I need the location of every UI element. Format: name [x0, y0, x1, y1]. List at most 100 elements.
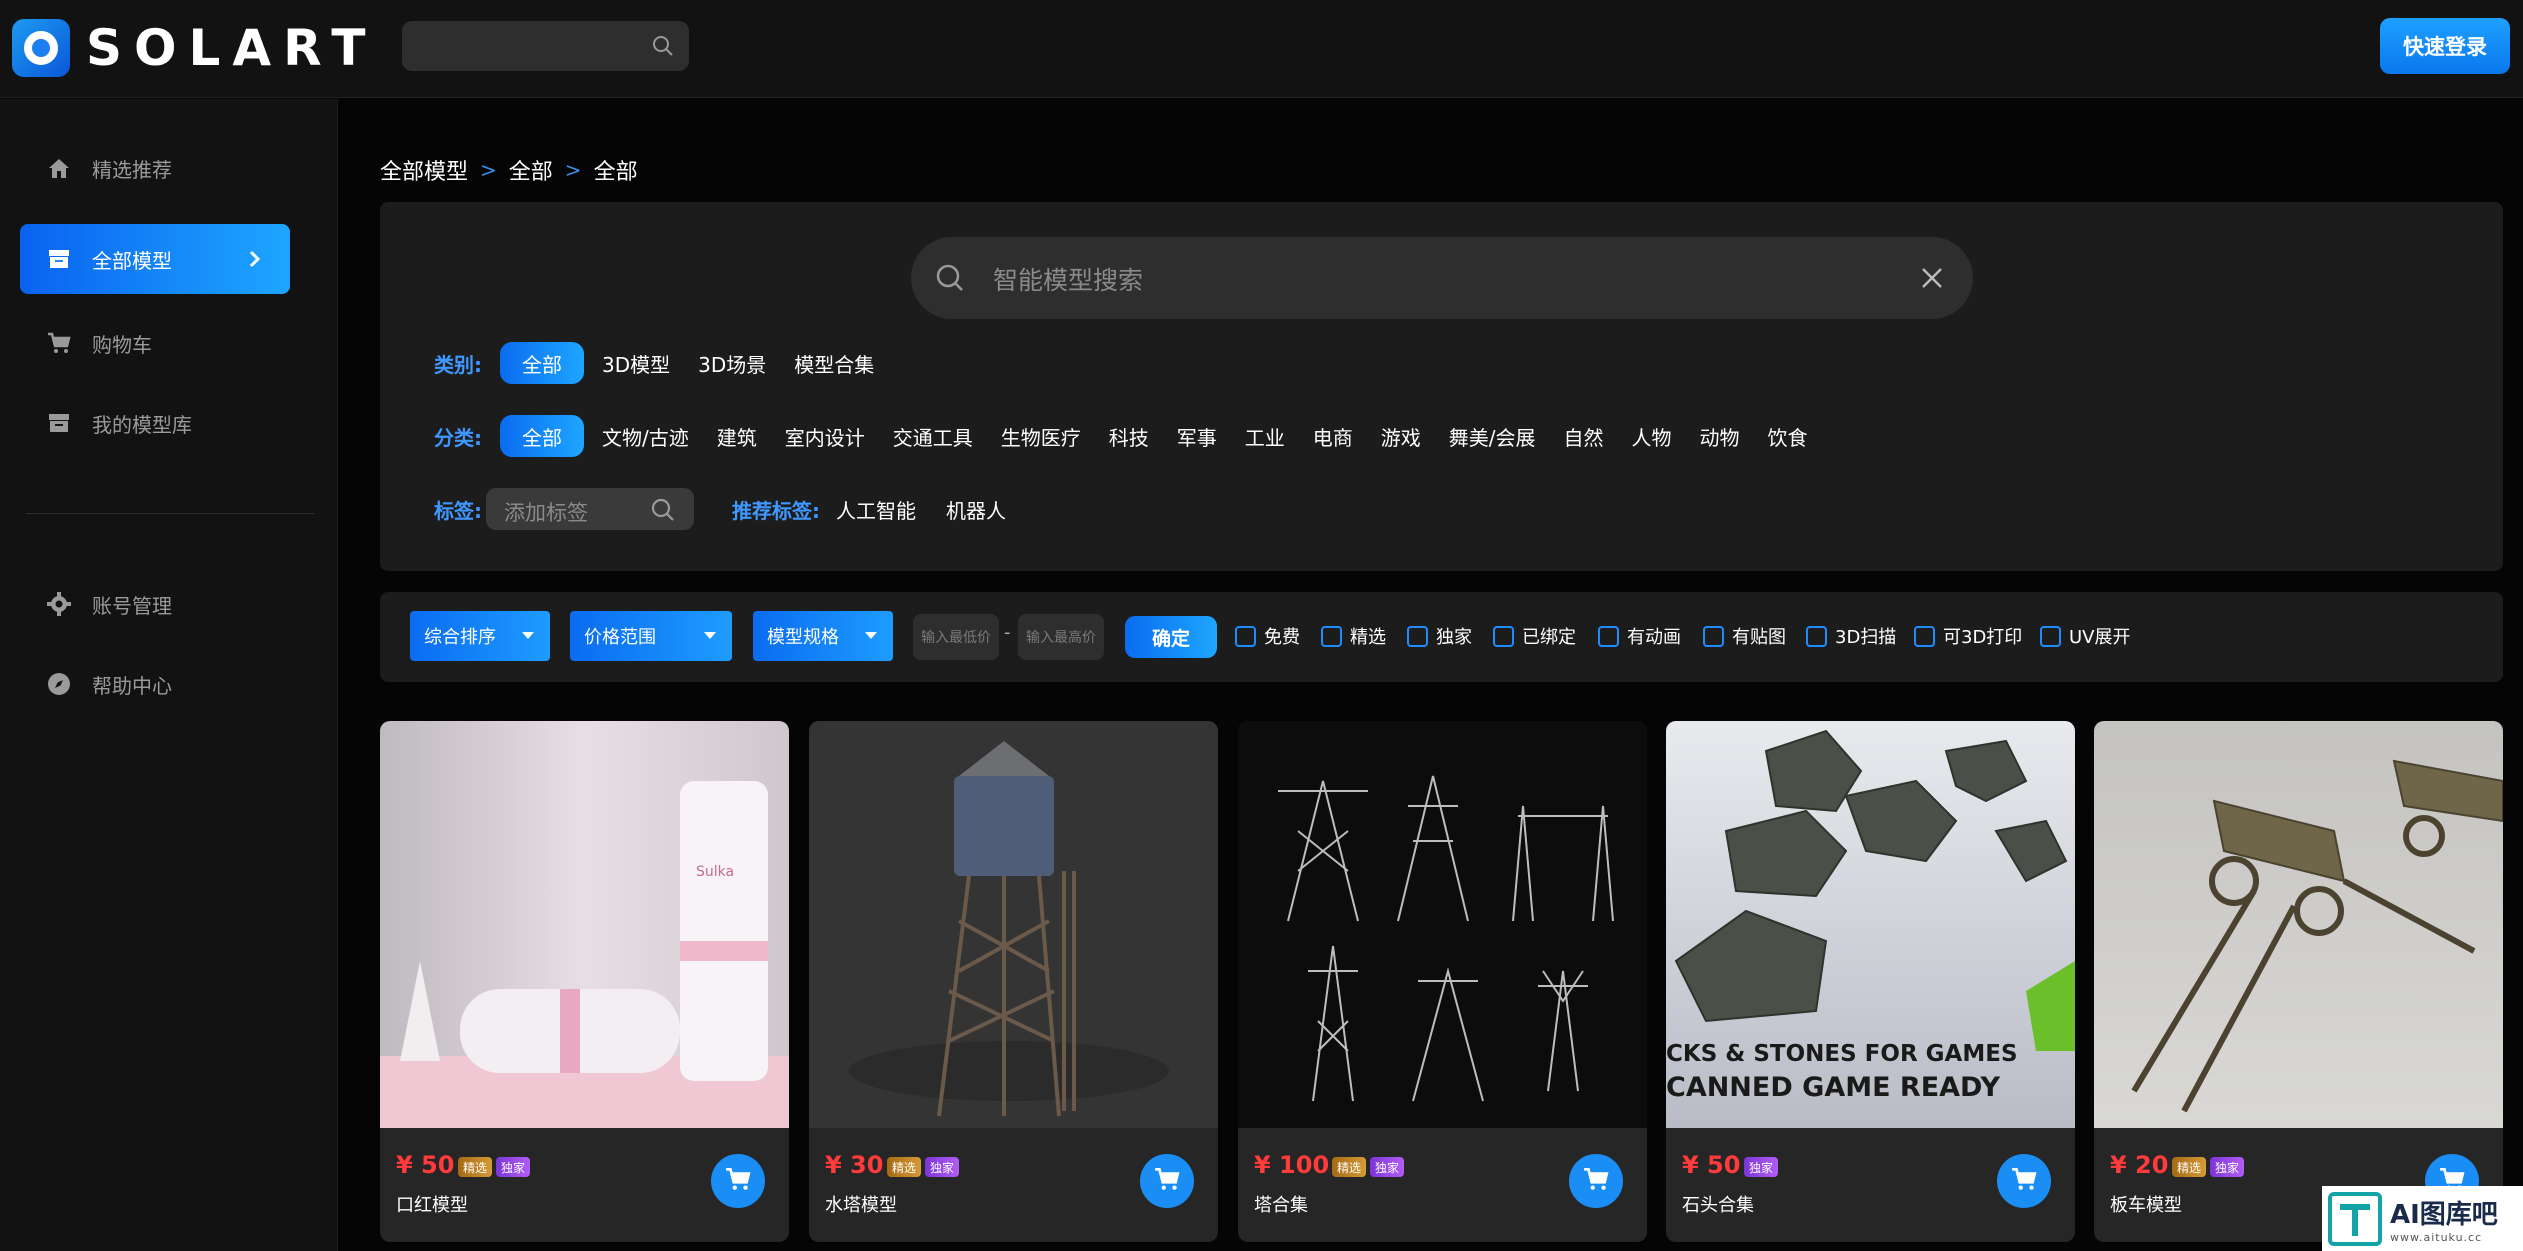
home-icon [44, 153, 74, 183]
category-chip-all[interactable]: 全部 [500, 342, 584, 384]
checkbox-textured[interactable]: 有贴图 [1703, 624, 1786, 648]
product-thumbnail[interactable]: CKS & STONES FOR GAMES CANNED GAME READY [1666, 721, 2075, 1128]
quick-login-button[interactable]: 快速登录 [2380, 18, 2510, 74]
checkbox-box[interactable] [1703, 625, 1724, 647]
product-thumbnail[interactable] [2094, 721, 2503, 1128]
class-chip[interactable]: 建筑 [707, 415, 767, 457]
top-search-input[interactable] [402, 21, 689, 71]
cart-icon [1153, 1165, 1181, 1197]
checkbox-box[interactable] [1235, 625, 1256, 647]
product-thumbnail[interactable] [1238, 721, 1647, 1128]
class-chip[interactable]: 军事 [1167, 415, 1227, 457]
model-spec-label: 模型规格 [767, 627, 839, 648]
class-label: 分类: [434, 425, 482, 450]
checkbox-box[interactable] [2040, 625, 2061, 647]
tag-label: 标签: [434, 498, 482, 523]
product-card[interactable]: ¥ 30 精选 独家 水塔模型 [809, 721, 1218, 1242]
product-card[interactable]: CKS & STONES FOR GAMES CANNED GAME READY… [1666, 721, 2075, 1242]
tag-placeholder: 添加标签 [504, 501, 588, 525]
product-name: 石头合集 [1682, 1195, 1754, 1216]
model-search-input[interactable]: 智能模型搜索 [911, 237, 1973, 319]
recommended-tag[interactable]: 机器人 [946, 495, 1006, 524]
tag-input[interactable]: 添加标签 [486, 488, 694, 530]
breadcrumb-item[interactable]: 全部模型 [380, 154, 468, 186]
model-spec-dropdown[interactable]: 模型规格 [753, 611, 893, 661]
product-card[interactable]: ¥ 20 精选 独家 板车模型 [2094, 721, 2503, 1242]
search-icon[interactable] [651, 34, 675, 62]
checkbox-box[interactable] [1914, 625, 1935, 647]
overlay-text-line2: CANNED GAME READY [1666, 1072, 2001, 1103]
product-name: 板车模型 [2110, 1195, 2182, 1216]
checkbox-featured[interactable]: 精选 [1321, 624, 1386, 648]
sidebar: 精选推荐 全部模型 购物车 我的模型库 账号管理 帮助中心 [0, 99, 338, 1251]
add-to-cart-button[interactable] [1569, 1154, 1623, 1208]
checkbox-label: 已绑定 [1522, 627, 1576, 648]
checkbox-animated[interactable]: 有动画 [1598, 624, 1681, 648]
badge-exclusive: 独家 [2210, 1157, 2245, 1177]
sidebar-item-label: 购物车 [92, 332, 152, 357]
checkbox-3d-scan[interactable]: 3D扫描 [1806, 624, 1896, 648]
category-chip[interactable]: 3D场景 [688, 342, 776, 384]
watermark: AI图库吧 www.aituku.cc [2322, 1186, 2523, 1251]
min-price-input[interactable]: 输入最低价 [913, 614, 999, 660]
checkbox-box[interactable] [1598, 625, 1619, 647]
sidebar-item-all-models[interactable]: 全部模型 [20, 224, 290, 294]
sidebar-item-featured[interactable]: 精选推荐 [20, 133, 290, 203]
search-placeholder: 智能模型搜索 [993, 266, 1144, 295]
class-chip[interactable]: 电商 [1303, 415, 1363, 457]
overlay-text-line1: CKS & STONES FOR GAMES [1666, 1041, 2018, 1067]
class-chip[interactable]: 动物 [1690, 415, 1750, 457]
class-chip[interactable]: 饮食 [1758, 415, 1818, 457]
class-chip-all[interactable]: 全部 [500, 415, 584, 457]
product-thumbnail[interactable]: Sulka [380, 721, 789, 1128]
class-chip[interactable]: 舞美/会展 [1439, 415, 1546, 457]
checkbox-box[interactable] [1493, 625, 1514, 647]
badge-featured: 精选 [2172, 1157, 2207, 1177]
search-icon[interactable] [650, 497, 676, 527]
class-chip[interactable]: 自然 [1554, 415, 1614, 457]
logo-icon [12, 19, 70, 77]
sidebar-item-my-library[interactable]: 我的模型库 [20, 388, 290, 458]
max-price-input[interactable]: 输入最高价 [1018, 614, 1104, 660]
checkbox-3d-printable[interactable]: 可3D打印 [1914, 624, 2022, 648]
cart-icon [724, 1165, 752, 1197]
checkbox-bound[interactable]: 已绑定 [1493, 624, 1576, 648]
checkbox-box[interactable] [1407, 625, 1428, 647]
sidebar-item-cart[interactable]: 购物车 [20, 308, 290, 378]
checkbox-box[interactable] [1321, 625, 1342, 647]
checkbox-box[interactable] [1806, 625, 1827, 647]
close-icon[interactable] [1921, 267, 1943, 293]
category-chip[interactable]: 3D模型 [592, 342, 680, 384]
product-card[interactable]: Sulka ¥ 50 精选 独家 口红模型 [380, 721, 789, 1242]
class-chip[interactable]: 文物/古迹 [592, 415, 699, 457]
checkbox-uv-unwrapped[interactable]: UV展开 [2040, 624, 2131, 648]
breadcrumb-item[interactable]: 全部 [594, 154, 638, 186]
checkbox-label: 免费 [1264, 627, 1300, 648]
logo[interactable]: SOLART [12, 18, 377, 78]
caret-down-icon [522, 632, 534, 639]
class-chip[interactable]: 室内设计 [775, 415, 875, 457]
recommended-tag[interactable]: 人工智能 [836, 495, 916, 524]
category-chip[interactable]: 模型合集 [784, 342, 884, 384]
add-to-cart-button[interactable] [1140, 1154, 1194, 1208]
product-name: 塔合集 [1254, 1195, 1308, 1216]
product-thumbnail[interactable] [809, 721, 1218, 1128]
add-to-cart-button[interactable] [711, 1154, 765, 1208]
sort-dropdown[interactable]: 综合排序 [410, 611, 550, 661]
sidebar-item-account[interactable]: 账号管理 [20, 569, 290, 639]
add-to-cart-button[interactable] [1997, 1154, 2051, 1208]
class-chip[interactable]: 交通工具 [883, 415, 983, 457]
watermark-url: www.aituku.cc [2390, 1230, 2483, 1244]
sidebar-item-help[interactable]: 帮助中心 [20, 649, 290, 719]
class-chip[interactable]: 生物医疗 [991, 415, 1091, 457]
class-chip[interactable]: 游戏 [1371, 415, 1431, 457]
price-range-dropdown[interactable]: 价格范围 [570, 611, 732, 661]
checkbox-free[interactable]: 免费 [1235, 624, 1300, 648]
product-card[interactable]: ¥ 100 精选 独家 塔合集 [1238, 721, 1647, 1242]
breadcrumb-item[interactable]: 全部 [509, 154, 553, 186]
class-chip[interactable]: 人物 [1622, 415, 1682, 457]
class-chip[interactable]: 科技 [1099, 415, 1159, 457]
checkbox-exclusive[interactable]: 独家 [1407, 624, 1472, 648]
class-chip[interactable]: 工业 [1235, 415, 1295, 457]
confirm-button[interactable]: 确定 [1125, 616, 1217, 658]
